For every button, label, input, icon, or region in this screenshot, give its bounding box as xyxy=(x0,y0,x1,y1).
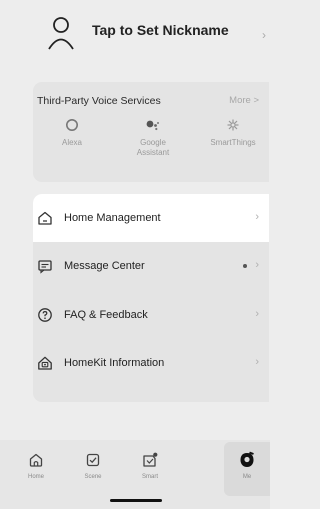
tab-label: Smart xyxy=(141,474,158,480)
voice-services-more-link[interactable]: More > xyxy=(229,95,259,106)
tab-label: Scene xyxy=(84,474,102,480)
chevron-right-icon: › xyxy=(255,356,259,368)
voice-services-title: Third-Party Voice Services xyxy=(37,95,161,107)
service-alexa[interactable]: Alexa xyxy=(39,116,105,148)
service-smartthings[interactable]: SmartThings xyxy=(200,116,266,148)
menu-item-label: Home Management xyxy=(64,212,161,224)
tab-scene[interactable]: Scene xyxy=(70,450,116,480)
me-tab-icon xyxy=(224,450,270,470)
voice-services-card: Third-Party Voice Services More > Alexa … xyxy=(33,82,269,182)
home-icon xyxy=(37,210,53,226)
menu-item-label: Message Center xyxy=(64,260,145,272)
tab-me[interactable]: Me xyxy=(224,450,270,480)
chevron-right-icon: › xyxy=(255,259,259,271)
menu-item-faq-feedback[interactable]: FAQ & Feedback › xyxy=(33,291,269,339)
google-assistant-icon xyxy=(120,116,186,134)
user-icon xyxy=(47,16,75,50)
homekit-icon xyxy=(37,355,53,371)
service-label: Alexa xyxy=(61,138,82,147)
menu-item-home-management[interactable]: Home Management › xyxy=(33,194,269,242)
help-icon xyxy=(37,307,53,323)
smartthings-icon xyxy=(200,116,266,134)
profile-header[interactable]: Tap to Set Nickname › xyxy=(0,0,270,60)
service-label: SmartThings xyxy=(210,138,256,147)
tab-label: Me xyxy=(242,474,252,480)
chevron-right-icon: › xyxy=(255,308,259,320)
tab-home[interactable]: Home xyxy=(13,450,59,480)
scene-tab-icon xyxy=(70,450,116,470)
menu-item-label: HomeKit Information xyxy=(64,357,165,369)
settings-menu: Home Management › Message Center › FAQ &… xyxy=(33,194,269,402)
home-tab-icon xyxy=(13,450,59,470)
home-indicator xyxy=(110,499,162,502)
menu-item-label: FAQ & Feedback xyxy=(64,309,148,321)
chevron-right-icon: › xyxy=(255,211,259,223)
service-google-assistant[interactable]: Google Assistant xyxy=(120,116,186,158)
nickname-label[interactable]: Tap to Set Nickname xyxy=(92,22,229,38)
menu-item-homekit-information[interactable]: HomeKit Information › xyxy=(33,339,269,387)
service-label: Google Assistant xyxy=(136,138,170,157)
tab-smart[interactable]: Smart xyxy=(127,450,173,480)
chevron-right-icon: › xyxy=(262,28,266,42)
unread-dot xyxy=(243,264,247,268)
menu-item-message-center[interactable]: Message Center › xyxy=(33,242,269,290)
smart-tab-icon xyxy=(127,450,173,470)
alexa-icon xyxy=(39,116,105,134)
message-icon xyxy=(37,258,53,274)
tab-label: Home xyxy=(27,474,44,480)
